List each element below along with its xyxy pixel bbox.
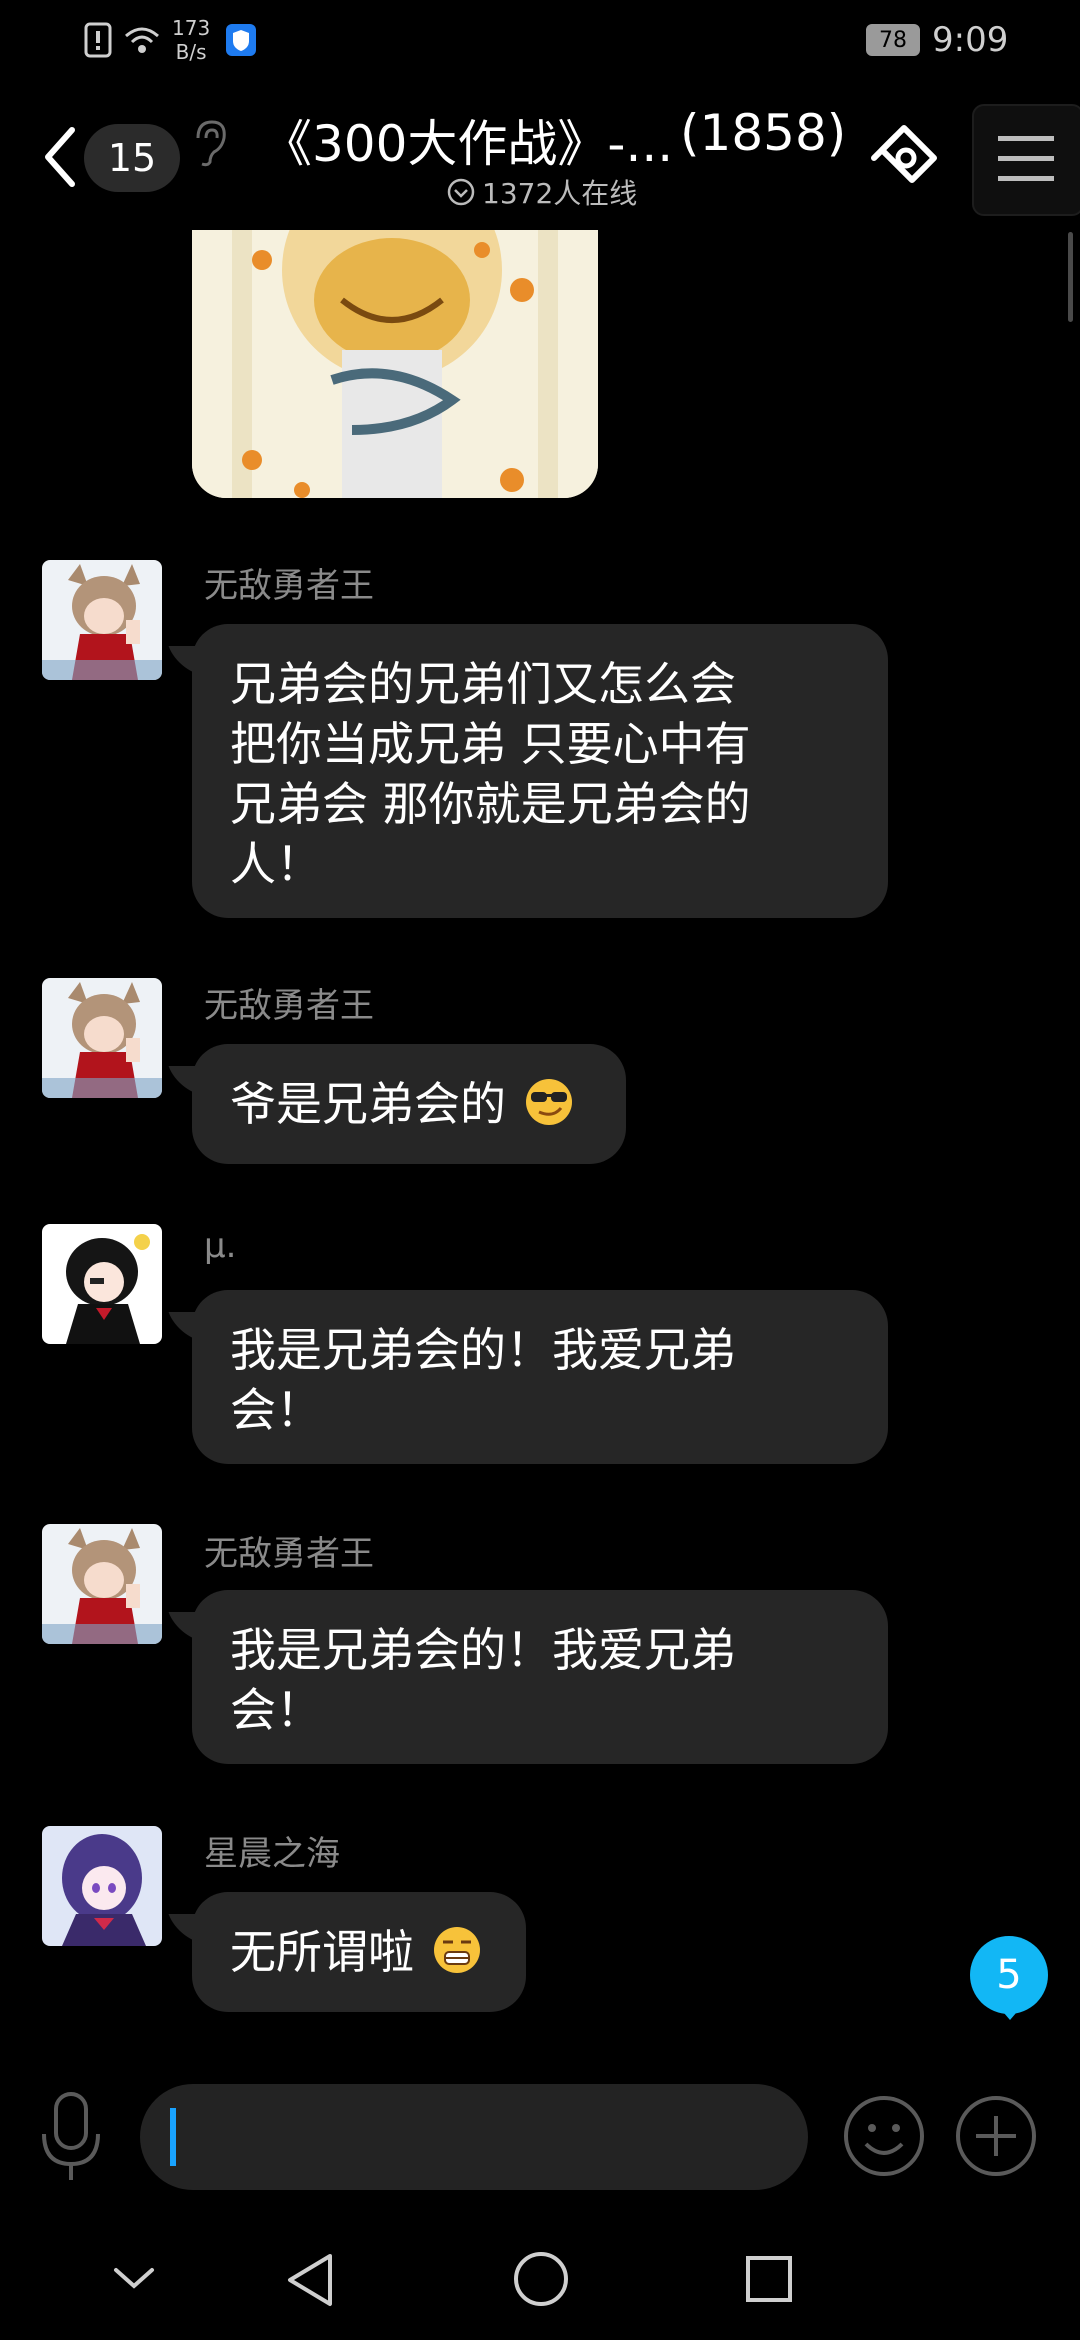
grimace-emoji-icon <box>433 1927 480 1973</box>
message-line: 把你当成兄弟 只要心中有 <box>230 717 751 771</box>
online-count: 1372人在线 <box>482 177 638 210</box>
sunglasses-emoji-icon <box>525 1079 572 1125</box>
status-bar: 173 B/s 78 9:09 <box>0 0 1080 80</box>
message-line: 会！ <box>230 1383 322 1437</box>
message-text: 无所谓啦 <box>230 1925 414 1979</box>
ear-icon[interactable] <box>190 118 230 168</box>
avatar-image <box>42 1826 162 1946</box>
alert-sim-icon <box>84 22 112 58</box>
back-count-label: 15 <box>107 136 157 180</box>
avatar[interactable] <box>42 1524 162 1644</box>
avatar-image <box>42 978 162 1098</box>
avatar-image <box>42 1224 162 1344</box>
plus-icon[interactable] <box>954 2094 1038 2178</box>
avatar[interactable] <box>42 1826 162 1946</box>
message-line: 我是兄弟会的！我爱兄弟 <box>230 1623 736 1677</box>
sender-name: μ. <box>204 1226 237 1266</box>
wifi-icon <box>125 27 159 53</box>
message-bubble[interactable]: 爷是兄弟会的 <box>192 1044 626 1164</box>
avatar[interactable] <box>42 978 162 1098</box>
battery-icon: 78 <box>866 24 920 56</box>
message-text: 爷是兄弟会的 <box>230 1077 506 1131</box>
message-bubble[interactable]: 兄弟会的兄弟们又怎么会 把你当成兄弟 只要心中有 兄弟会 那你就是兄弟会的 人！ <box>192 624 888 918</box>
chevron-down-icon[interactable] <box>112 2264 156 2292</box>
member-count[interactable]: (1858) <box>680 104 846 162</box>
text-caret <box>170 2108 176 2166</box>
nav-recents-icon[interactable] <box>744 2254 794 2304</box>
microphone-icon[interactable] <box>38 2090 104 2184</box>
clock: 9:09 <box>932 20 1009 60</box>
nav-back-icon[interactable] <box>284 2252 336 2308</box>
group-title[interactable]: 《300大作战》-... <box>262 104 673 176</box>
message-line: 兄弟会的兄弟们又怎么会 <box>230 657 736 711</box>
hamburger-icon <box>998 136 1054 181</box>
message-line: 兄弟会 那你就是兄弟会的 <box>230 777 751 831</box>
sender-name: 无敌勇者王 <box>204 1534 374 1574</box>
message-bubble[interactable]: 无所谓啦 <box>192 1892 526 2012</box>
network-speed-unit: B/s <box>175 40 207 64</box>
online-status[interactable]: 1372人在线 <box>446 172 637 212</box>
unread-messages-badge[interactable]: 5 <box>970 1936 1048 2014</box>
network-speed: 173 B/s <box>172 16 210 64</box>
avatar[interactable] <box>42 560 162 680</box>
unread-badge-pointer <box>998 2006 1022 2020</box>
emoji-picker-icon[interactable] <box>842 2094 926 2178</box>
back-arrow-icon[interactable] <box>42 126 78 188</box>
avatar[interactable] <box>42 1224 162 1344</box>
sticker-image <box>192 230 598 498</box>
message-input[interactable] <box>140 2084 808 2190</box>
avatar-image <box>42 1524 162 1644</box>
sender-name: 星晨之海 <box>204 1834 340 1874</box>
unread-count: 5 <box>996 1952 1022 1998</box>
group-tag-icon[interactable] <box>868 120 942 194</box>
message-line: 我是兄弟会的！我爱兄弟 <box>230 1323 736 1377</box>
image-message[interactable] <box>192 230 598 498</box>
scrollbar[interactable] <box>1068 232 1073 322</box>
network-speed-value: 173 <box>172 16 211 40</box>
menu-button[interactable] <box>972 104 1080 216</box>
message-bubble[interactable]: 我是兄弟会的！我爱兄弟 会！ <box>192 1290 888 1464</box>
shield-icon <box>226 24 256 56</box>
message-bubble[interactable]: 我是兄弟会的！我爱兄弟 会！ <box>192 1590 888 1764</box>
message-line: 会！ <box>230 1683 322 1737</box>
nav-home-icon[interactable] <box>512 2250 570 2308</box>
sender-name: 无敌勇者王 <box>204 986 374 1026</box>
avatar-image <box>42 560 162 680</box>
battery-level: 78 <box>879 27 907 53</box>
check-circle-icon <box>447 178 475 206</box>
sender-name: 无敌勇者王 <box>204 566 374 606</box>
message-line: 人！ <box>230 837 322 891</box>
back-unread-count[interactable]: 15 <box>84 124 180 192</box>
